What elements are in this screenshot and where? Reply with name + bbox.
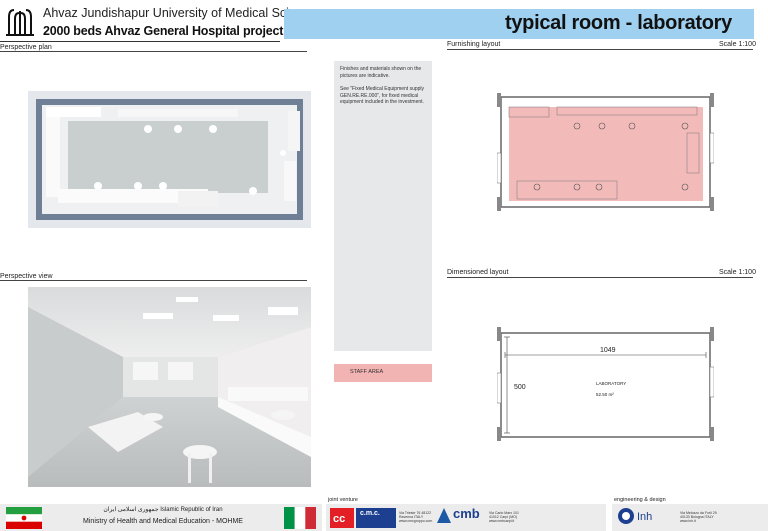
furnishing-scale-label: Scale 1:100 bbox=[719, 41, 756, 48]
room-name: LABORATORY bbox=[596, 381, 627, 386]
furnishing-layout-label: Furnishing layout bbox=[447, 41, 501, 48]
italy-flag-icon bbox=[284, 507, 316, 529]
university-name: Ahvaz Jundishapur University of Medical … bbox=[43, 6, 323, 20]
iran-flag-icon bbox=[6, 507, 42, 529]
perspective-view-divider bbox=[0, 280, 307, 281]
header-divider bbox=[0, 41, 280, 42]
inh-logo-icon bbox=[617, 507, 635, 525]
perspective-view-label: Perspective view bbox=[0, 273, 53, 280]
project-name: 2000 beds Ahvaz General Hospital project bbox=[43, 24, 284, 38]
ministry-country: جمهوری اسلامی ایران Islamic Republic of … bbox=[103, 507, 223, 513]
staff-area-legend: STAFF AREA bbox=[334, 364, 432, 382]
room-area: 52.50 m² bbox=[596, 392, 614, 397]
university-logo bbox=[6, 7, 34, 37]
perspective-plan-label: Perspective plan bbox=[0, 44, 52, 51]
note-equipment: See "Fixed Medical Equipment supply GEN.… bbox=[340, 86, 425, 106]
furnishing-layout-drawing bbox=[496, 93, 715, 211]
dimensioned-scale-label: Scale 1:100 bbox=[719, 269, 756, 276]
cmc-address: Via Trieste 76 48122 Ravenna ITALY www.c… bbox=[399, 511, 433, 524]
inh-brand: Inh bbox=[637, 511, 653, 523]
staff-area-label: STAFF AREA bbox=[350, 369, 384, 375]
dimensioned-divider bbox=[447, 277, 753, 278]
dimension-width: 1049 bbox=[600, 347, 616, 354]
dimension-depth: 500 bbox=[514, 384, 526, 391]
inh-address: Via Melozzo da Forlì 29 40133 Bologna IT… bbox=[680, 511, 717, 524]
ministry-name: Ministry of Health and Medical Education… bbox=[83, 518, 243, 525]
furnishing-divider bbox=[447, 49, 753, 50]
cmb-address: Via Carlo Marx 101 41012 Carpi (MO) www.… bbox=[489, 511, 519, 524]
cmb-brand: cmb bbox=[453, 506, 480, 521]
perspective-plan-render bbox=[28, 91, 311, 228]
engineering-label: engineering & design bbox=[614, 497, 666, 503]
dimensioned-layout-label: Dimensioned layout bbox=[447, 269, 509, 276]
cmc-brand-box: c.m.c. bbox=[356, 508, 396, 528]
svg-text:cc: cc bbox=[333, 513, 345, 525]
cmc-logo-icon: cc bbox=[330, 508, 354, 528]
perspective-plan-divider bbox=[0, 51, 307, 52]
title-bar: typical room - laboratory bbox=[284, 9, 754, 39]
cmb-logo-icon bbox=[436, 507, 452, 525]
page-title: typical room - laboratory bbox=[505, 12, 732, 34]
perspective-view-render bbox=[28, 287, 311, 487]
joint-venture-label: joint venture bbox=[328, 497, 358, 503]
cmc-brand: c.m.c. bbox=[360, 510, 380, 517]
note-finishes: Finishes and materials shown on the pict… bbox=[340, 66, 422, 79]
notes-panel: Finishes and materials shown on the pict… bbox=[334, 61, 432, 351]
